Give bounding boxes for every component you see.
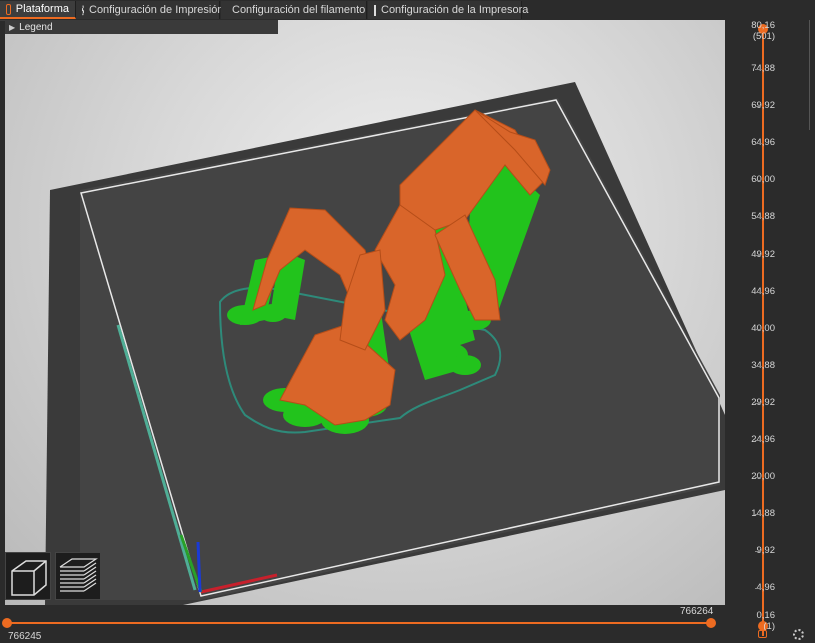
tab-bar: Plataforma Configuración de Impresión Co… (0, 0, 815, 21)
layer-tick-mark (755, 365, 761, 367)
gear-icon (82, 4, 84, 16)
layer-tick-mark (755, 69, 761, 70)
bottom-value-label: 0,16 (1) (756, 610, 776, 632)
layer-tick-label: 14,88 (751, 508, 775, 520)
layer-tick-mark (755, 143, 761, 145)
lock-icon[interactable] (758, 630, 767, 638)
layer-tick-label: 64,96 (751, 137, 775, 149)
layer-slider-panel: 80,16 (501) 74,88 69,92 64,96 60,00 54,88 49,… (725, 20, 815, 643)
move-lower-label: 766245 (8, 631, 42, 642)
layer-tick-mark (755, 328, 761, 330)
settings-cog-icon[interactable] (793, 629, 804, 640)
iso-view-button[interactable] (5, 552, 51, 600)
layer-tick-mark (755, 291, 761, 293)
layer-tick-mark (755, 440, 761, 441)
z-axis (196, 541, 202, 593)
layer-tick-label: 29,92 (751, 396, 775, 408)
layers-view-button[interactable] (55, 552, 101, 600)
layer-tick-mark (755, 477, 761, 479)
right-panel-edge (809, 20, 815, 130)
tab-filament-settings-label: Configuración del filamento (232, 4, 366, 16)
layer-tick-label: 44,96 (751, 285, 775, 297)
layer-tick-mark (755, 551, 761, 553)
layer-tick-label: 74,88 (751, 63, 775, 74)
tab-plater-label: Plataforma (15, 3, 69, 15)
move-slider-panel: 766264 766245 (0, 605, 725, 643)
layer-tick-label: 4,96 (756, 582, 776, 594)
layer-tick-mark (755, 217, 761, 219)
legend-arrow-icon: ▶ (9, 22, 16, 32)
layer-tick-label: 60,00 (751, 174, 775, 186)
tab-filament-settings[interactable]: Configuración del filamento (221, 1, 367, 19)
layer-tick-label: 69,92 (751, 100, 775, 112)
plater-icon (6, 3, 11, 15)
layer-tick-label: 24,96 (751, 434, 775, 445)
layer-tick-mark (755, 106, 761, 108)
3d-viewport[interactable]: ▶ Legend (5, 20, 725, 605)
move-slider-left-handle[interactable] (2, 618, 12, 628)
move-slider-right-handle[interactable] (706, 618, 716, 628)
layer-tick-mark (755, 402, 761, 404)
layer-tick-mark (755, 180, 761, 182)
printer-icon (374, 4, 376, 16)
legend-bar[interactable]: ▶ Legend (5, 20, 278, 34)
layer-tick-label: 34,88 (751, 359, 775, 371)
iso-view-icon (11, 560, 47, 596)
layer-tick-mark (755, 514, 761, 516)
scene-canvas (45, 82, 725, 605)
tab-print-settings[interactable]: Configuración de Impresión (76, 1, 224, 19)
move-upper-label: 766264 (680, 606, 714, 617)
layer-tick-mark (755, 254, 761, 256)
layer-tick-mark (755, 588, 761, 590)
tab-print-settings-label: Configuración de Impresión (89, 4, 224, 16)
layer-tick-label: 9,92 (756, 545, 776, 557)
top-value-label: 80,16 (501) (751, 20, 775, 42)
tab-printer-settings-label: Configuración de la Impresora (381, 4, 529, 16)
layer-tick-label: 54,88 (751, 211, 775, 223)
layer-tick-label: 20,00 (751, 471, 775, 483)
layer-tick-label: 40,00 (751, 322, 775, 334)
layers-view-icon (59, 558, 98, 592)
tab-plater[interactable]: Plataforma (0, 1, 76, 19)
layer-tick-label: 49,92 (751, 248, 775, 260)
move-slider-track[interactable] (8, 622, 712, 624)
tab-printer-settings[interactable]: Configuración de la Impresora (368, 1, 528, 19)
legend-label: Legend (19, 21, 53, 33)
